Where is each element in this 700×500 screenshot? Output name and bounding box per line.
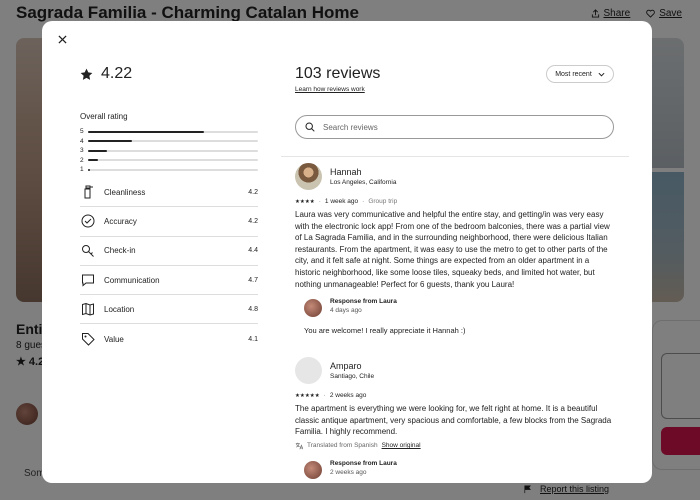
search-icon: [305, 122, 315, 132]
review-item: Amparo Santiago, Chile ★★★★★ · 2 weeks a…: [295, 355, 615, 479]
host-response: Response from Laura 4 days ago: [304, 298, 615, 318]
sort-label: Most recent: [555, 70, 592, 78]
key-icon: [80, 243, 96, 259]
reviewer-location: Los Angeles, California: [330, 178, 397, 186]
review-header: Hannah Los Angeles, California: [295, 161, 615, 191]
rating-bar-label: 1: [80, 166, 84, 174]
category-value: 4.2: [248, 188, 258, 196]
category-label: Accuracy: [104, 216, 137, 226]
map-icon: [80, 301, 96, 317]
rating-bar-fill: [88, 168, 90, 171]
review-date: 2 weeks ago: [329, 392, 367, 400]
translated-label: Translated from Spanish: [307, 442, 378, 450]
category-cleanliness: Cleanliness 4.2: [80, 178, 258, 208]
category-label: Value: [104, 334, 124, 344]
tag-icon: [80, 331, 96, 347]
learn-reviews-link[interactable]: Learn how reviews work: [295, 86, 365, 93]
review-meta: ★★★★★ · 2 weeks ago: [295, 392, 367, 400]
category-value: 4.4: [248, 247, 258, 255]
category-value: 4.7: [248, 276, 258, 284]
reviewer-name: Hannah: [330, 166, 362, 177]
reviewer-location: Santiago, Chile: [330, 372, 375, 380]
response-date: 2 weeks ago: [330, 468, 367, 476]
overall-score-value: 4.22: [101, 65, 133, 82]
reviews-modal: 4.22 Overall rating 5 4 3 2 1 Cleanlines…: [42, 21, 652, 483]
review-text: The apartment is everything we were look…: [295, 404, 612, 437]
response-date: 4 days ago: [330, 307, 362, 315]
rating-distribution: 5 4 3 2 1: [80, 127, 258, 175]
show-original-link[interactable]: Show original: [382, 442, 421, 449]
close-button[interactable]: [54, 31, 70, 47]
category-label: Check-in: [104, 246, 136, 256]
rating-bar-label: 3: [80, 147, 84, 155]
rating-bar-fill: [88, 149, 107, 152]
spray-bottle-icon: [80, 184, 96, 200]
reviewer-name: Amparo: [330, 360, 362, 371]
star-icon: [80, 68, 93, 80]
review-trip-type: Group trip: [368, 198, 398, 205]
category-value: 4.1: [248, 335, 258, 343]
overall-score: 4.22: [80, 65, 132, 83]
host-response: Response from Laura 2 weeks ago: [304, 460, 615, 479]
review-stars: ★★★★★: [295, 392, 320, 399]
review-date: 1 week ago: [324, 198, 359, 205]
category-value: 4.8: [248, 305, 258, 313]
category-label: Location: [104, 304, 135, 314]
sort-dropdown[interactable]: Most recent: [546, 65, 614, 83]
category-ratings: Cleanliness 4.2 Accuracy 4.2 Check-in 4.…: [80, 178, 258, 354]
rating-bar-fill: [88, 140, 133, 143]
overall-rating-label: Overall rating: [80, 112, 128, 121]
check-circle-icon: [80, 213, 96, 229]
avatar[interactable]: [295, 162, 322, 190]
category-check-in: Check-in 4.4: [80, 237, 258, 266]
review-meta: ★★★★ · 1 week ago · Group trip: [295, 198, 398, 205]
host-avatar-small[interactable]: [304, 460, 322, 479]
category-value: 4.2: [248, 217, 258, 225]
category-label: Communication: [104, 275, 160, 285]
search-reviews[interactable]: [295, 115, 614, 139]
response-title: Response from Laura: [330, 298, 397, 306]
rating-bar-row: 5: [80, 127, 258, 137]
category-label: Cleanliness: [104, 187, 146, 197]
rating-bar-row: 4: [80, 137, 258, 147]
reviews-list: Hannah Los Angeles, California ★★★★ · 1 …: [295, 161, 615, 479]
response-title: Response from Laura: [330, 459, 397, 467]
host-avatar-small[interactable]: [304, 299, 322, 318]
review-item: Hannah Los Angeles, California ★★★★ · 1 …: [295, 161, 615, 335]
review-stars: ★★★★: [295, 198, 315, 205]
review-text: Laura was very communicative and helpful…: [295, 210, 610, 289]
chevron-down-icon: [598, 72, 605, 77]
category-value-row: Value 4.1: [80, 324, 258, 353]
rating-bar-label: 5: [80, 128, 84, 136]
reviews-count: 103 reviews: [295, 65, 381, 82]
reviews-panel: 103 reviews Learn how reviews work Most …: [281, 21, 629, 483]
category-accuracy: Accuracy 4.2: [80, 207, 258, 237]
rating-bar-fill: [88, 130, 204, 133]
translation-note: Translated from Spanish Show original: [295, 442, 615, 450]
rating-bar-label: 2: [80, 156, 84, 164]
rating-bar-row: 1: [80, 165, 258, 175]
divider: [281, 156, 629, 157]
avatar[interactable]: [295, 356, 322, 384]
translate-icon: [295, 442, 303, 450]
rating-bar-row: 2: [80, 156, 258, 166]
category-location: Location 4.8: [80, 295, 258, 325]
rating-bar-row: 3: [80, 146, 258, 156]
category-communication: Communication 4.7: [80, 266, 258, 296]
search-input[interactable]: [323, 122, 603, 132]
response-text: You are welcome! I really appreciate it …: [304, 326, 466, 336]
rating-bar-label: 4: [80, 137, 84, 145]
review-header: Amparo Santiago, Chile: [295, 355, 615, 385]
chat-bubble-icon: [80, 272, 96, 288]
close-icon: [57, 34, 67, 44]
rating-bar-fill: [88, 159, 99, 162]
